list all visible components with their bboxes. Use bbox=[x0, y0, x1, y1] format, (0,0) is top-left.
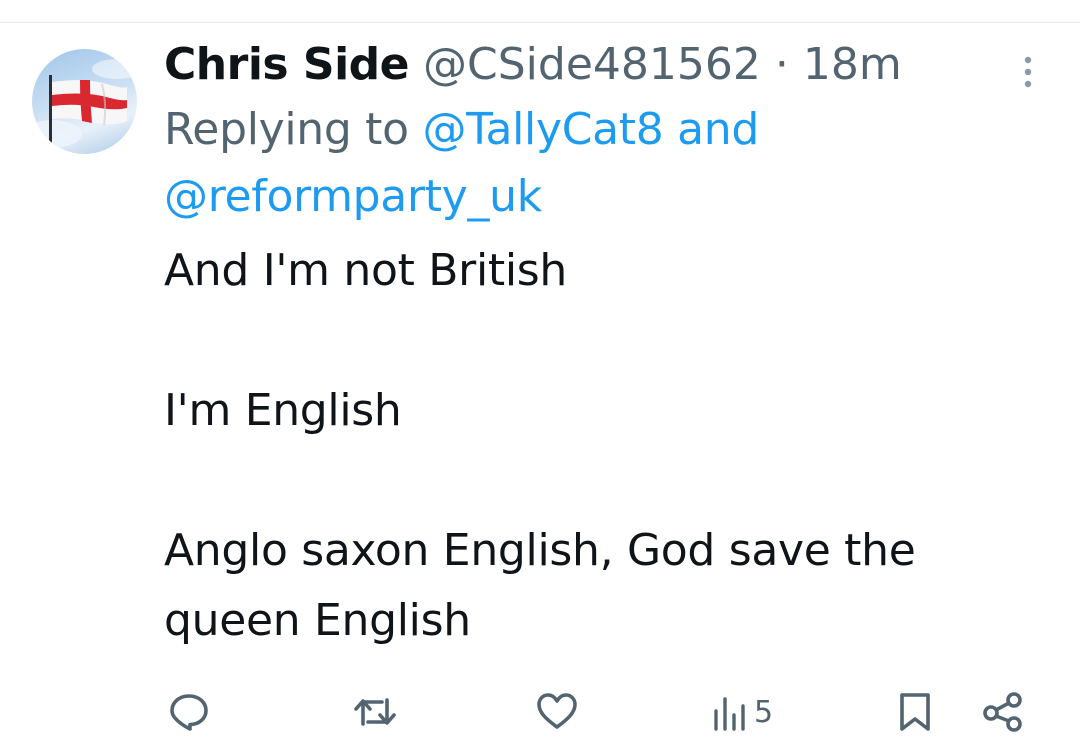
views-count: 5 bbox=[754, 694, 774, 730]
retweet-icon bbox=[354, 698, 396, 726]
tweet-content: Chris Side @CSide481562 · 18m Replying t… bbox=[164, 34, 1044, 656]
tweet-line-1: And I'm not British bbox=[164, 245, 567, 296]
bookmark-button[interactable] bbox=[895, 688, 935, 736]
retweet-button[interactable] bbox=[352, 688, 398, 736]
mention-reformparty[interactable]: @reformparty_uk bbox=[164, 171, 542, 222]
separator-dot: · bbox=[774, 39, 789, 90]
views-button[interactable]: 5 bbox=[712, 688, 773, 736]
tweet-line-2: I'm English bbox=[164, 385, 402, 436]
tweet-line-3: Anglo saxon English, God save the bbox=[164, 525, 916, 576]
like-button[interactable] bbox=[534, 688, 580, 736]
tweet-text: And I'm not British I'm English Anglo sa… bbox=[164, 236, 1044, 656]
timestamp[interactable]: 18m bbox=[803, 39, 902, 90]
share-icon bbox=[983, 692, 1022, 732]
heart-icon bbox=[537, 693, 577, 729]
avatar[interactable] bbox=[32, 49, 137, 154]
analytics-icon bbox=[714, 697, 745, 731]
more-vertical-icon bbox=[1024, 56, 1032, 88]
user-handle[interactable]: @CSide481562 bbox=[423, 39, 761, 90]
reply-button[interactable] bbox=[166, 688, 212, 736]
replying-to: Replying to @TallyCat8 and @reformparty_… bbox=[164, 96, 1044, 230]
bookmark-icon bbox=[900, 693, 930, 731]
top-divider bbox=[0, 22, 1080, 23]
tweet-header: Chris Side @CSide481562 · 18m bbox=[164, 34, 1044, 96]
england-flag-icon bbox=[32, 59, 137, 148]
reply-icon bbox=[170, 694, 208, 731]
share-button[interactable] bbox=[980, 688, 1026, 736]
display-name[interactable]: Chris Side bbox=[164, 39, 410, 90]
tweet-line-4: queen English bbox=[164, 595, 471, 646]
more-options-button[interactable] bbox=[1010, 52, 1046, 92]
mention-joiner[interactable]: and bbox=[677, 104, 759, 155]
replying-to-label: Replying to bbox=[164, 104, 409, 155]
mention-tallycat8[interactable]: @TallyCat8 bbox=[422, 104, 663, 155]
